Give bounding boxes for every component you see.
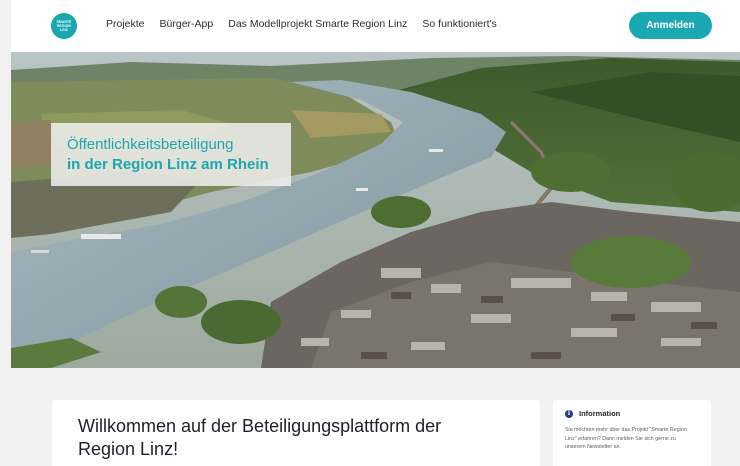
nav-item-modellprojekt[interactable]: Das Modellprojekt Smarte Region Linz [228,18,407,30]
hero-banner: Öffentlichkeitsbeteiligung in der Region… [11,52,740,368]
welcome-heading: Willkommen auf der Beteiligungsplattform… [78,416,442,459]
info-icon: i [565,409,573,418]
info-card-text: Sie möchten mehr über das Projekt "Smart… [565,427,687,450]
hero-landscape-image [11,52,740,368]
logo-line-3: LINZ [60,28,68,32]
page: SMARTE REGION LINZ Projekte Bürger-App D… [11,0,740,466]
hero-title-box: Öffentlichkeitsbeteiligung in der Region… [51,123,291,186]
hero-title-line-2: in der Region Linz am Rhein [67,156,269,173]
login-button[interactable]: Anmelden [629,12,712,39]
nav-item-buerger-app[interactable]: Bürger-App [160,18,214,30]
nav-item-projekte[interactable]: Projekte [106,18,145,30]
main-nav: Projekte Bürger-App Das Modellprojekt Sm… [106,18,512,30]
hero-title-line-1: Öffentlichkeitsbeteiligung [67,136,234,153]
nav-item-so-funktionierts[interactable]: So funktioniert's [422,18,496,30]
site-header: SMARTE REGION LINZ Projekte Bürger-App D… [11,0,740,52]
info-card-header: i Information [565,409,711,418]
smarte-region-linz-logo[interactable]: SMARTE REGION LINZ [51,13,77,39]
info-card: i Information Sie möchten mehr über das … [553,400,711,466]
info-card-title: Information [579,409,621,418]
welcome-card: Willkommen auf der Beteiligungsplattform… [52,400,540,466]
